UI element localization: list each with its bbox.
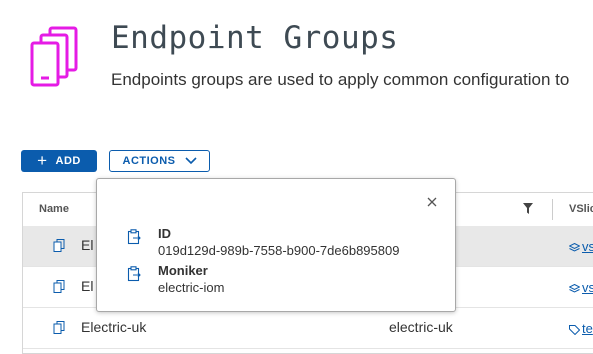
actions-button[interactable]: ACTIONS [109,150,210,172]
devices-icon [53,239,65,252]
row-vslice-label: vs [582,239,593,254]
layers-icon [568,242,581,252]
details-popover: ID 019d129d-989b-7558-b900-7de6b895809 M… [96,178,456,312]
actions-button-label: ACTIONS [122,155,176,167]
devices-icon [53,321,65,334]
row-vslice-label: te [582,321,593,336]
row-vslice-link[interactable]: vs [568,280,593,295]
page-subtitle: Endpoints groups are used to apply commo… [111,70,570,89]
row-vslice-link[interactable]: te [569,321,593,336]
page-title: Endpoint Groups [111,20,399,56]
filter-icon[interactable] [523,203,533,214]
column-separator[interactable] [552,199,553,220]
plus-icon: + [37,150,48,170]
tag-icon [569,324,581,335]
table-row[interactable]: Electric-uk electric-uk te [23,308,593,349]
close-icon[interactable] [427,197,437,207]
column-header-vslice[interactable]: VSlic [569,203,593,215]
column-header-name[interactable]: Name [39,203,69,215]
popover-id-value: 019d129d-989b-7558-b900-7de6b895809 [158,243,400,258]
add-button-label: ADD [55,155,81,167]
row-name[interactable]: El [81,278,93,294]
row-name[interactable]: El [81,237,93,253]
row-name[interactable]: Electric-uk [81,319,146,335]
popover-moniker-value: electric-iom [158,280,225,295]
clipboard-icon[interactable] [127,229,142,245]
devices-icon [53,280,65,293]
popover-id-label: ID [158,226,171,241]
popover-moniker-label: Moniker [158,263,208,278]
row-vslice-label: vs [582,280,593,295]
row-moniker: electric-uk [389,319,453,335]
chevron-down-icon [184,157,197,165]
row-vslice-link[interactable]: vs [568,239,593,254]
clipboard-icon[interactable] [127,266,142,282]
layers-icon [568,283,581,293]
add-button[interactable]: + ADD [21,150,97,172]
devices-icon [30,26,78,87]
